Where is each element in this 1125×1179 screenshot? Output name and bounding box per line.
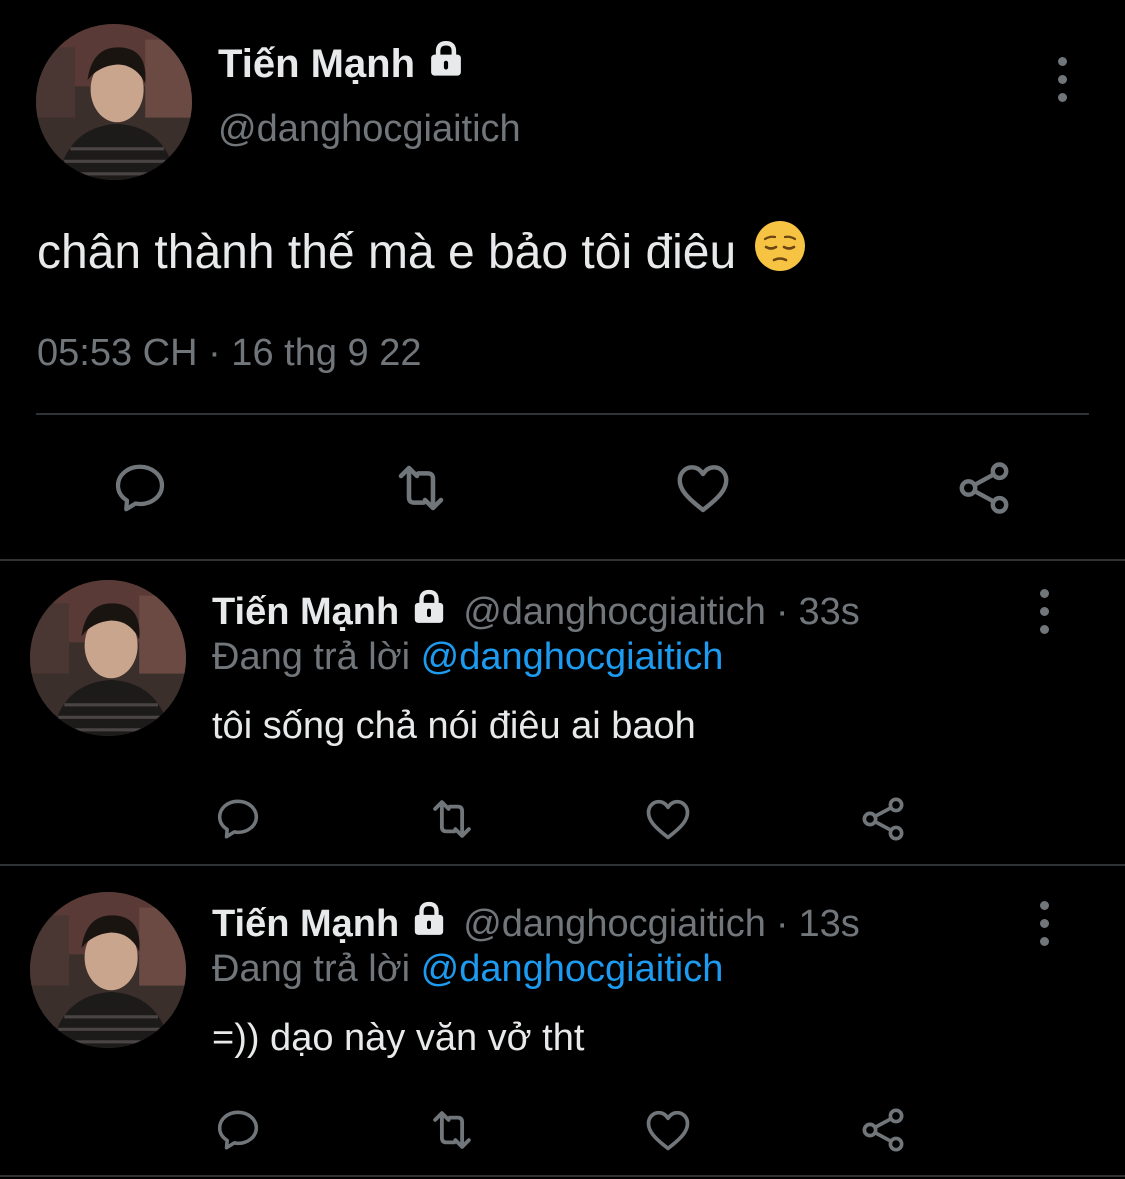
avatar[interactable]	[30, 892, 186, 1048]
divider	[0, 1175, 1125, 1177]
reply-header: Tiến Mạnh @danghocgiaitich · 33s	[212, 587, 860, 637]
lock-icon	[425, 38, 467, 90]
like-icon[interactable]	[641, 1103, 695, 1157]
display-name-text: Tiến Mạnh	[218, 41, 416, 86]
more-options-icon[interactable]	[1052, 57, 1072, 102]
display-name[interactable]: Tiến Mạnh	[212, 591, 399, 634]
more-options-icon[interactable]	[1034, 901, 1054, 946]
like-icon[interactable]	[641, 792, 695, 846]
share-icon[interactable]	[952, 456, 1016, 520]
replying-to: Đang trả lời @danghocgiaitich	[212, 636, 723, 679]
retweet-icon[interactable]	[389, 456, 453, 520]
pensive-face-icon	[754, 220, 806, 284]
reply-header: Tiến Mạnh @danghocgiaitich · 13s	[212, 899, 860, 949]
handle[interactable]: @danghocgiaitich	[218, 108, 521, 151]
separator: ·	[775, 590, 789, 633]
display-name[interactable]: Tiến Mạnh	[212, 903, 399, 946]
avatar[interactable]	[36, 24, 192, 180]
mention-link[interactable]: @danghocgiaitich	[421, 636, 724, 678]
like-icon[interactable]	[671, 456, 735, 520]
lock-icon	[409, 899, 449, 949]
replying-to-label: Đang trả lời	[212, 948, 411, 990]
reply-time: 33s	[798, 590, 860, 633]
separator: ·	[775, 902, 789, 945]
handle[interactable]: @danghocgiaitich	[463, 903, 766, 946]
lock-icon	[409, 587, 449, 637]
share-icon[interactable]	[856, 1103, 910, 1157]
reply-time: 13s	[798, 902, 860, 945]
divider	[0, 559, 1125, 561]
handle[interactable]: @danghocgiaitich	[463, 591, 766, 634]
replying-to-label: Đang trả lời	[212, 636, 411, 678]
reply-text: =)) dạo này văn vở tht	[212, 1017, 585, 1059]
tweet-timestamp: 05:53 CH · 16 thg 9 22	[37, 332, 422, 374]
mention-link[interactable]: @danghocgiaitich	[421, 948, 724, 990]
more-options-icon[interactable]	[1034, 589, 1054, 634]
tweet-text: chân thành thế mà e bảo tôi điêu	[37, 220, 806, 284]
avatar[interactable]	[30, 580, 186, 736]
retweet-icon[interactable]	[425, 792, 479, 846]
reply-text: tôi sống chả nói điêu ai baoh	[212, 705, 696, 747]
reply-icon[interactable]	[211, 792, 265, 846]
divider	[0, 864, 1125, 866]
reply-icon[interactable]	[108, 456, 172, 520]
retweet-icon[interactable]	[425, 1103, 479, 1157]
share-icon[interactable]	[856, 792, 910, 846]
reply-icon[interactable]	[211, 1103, 265, 1157]
display-name[interactable]: Tiến Mạnh	[218, 38, 467, 90]
tweet-text-content: chân thành thế mà e bảo tôi điêu	[37, 225, 737, 279]
divider	[36, 413, 1089, 415]
replying-to: Đang trả lời @danghocgiaitich	[212, 948, 723, 991]
